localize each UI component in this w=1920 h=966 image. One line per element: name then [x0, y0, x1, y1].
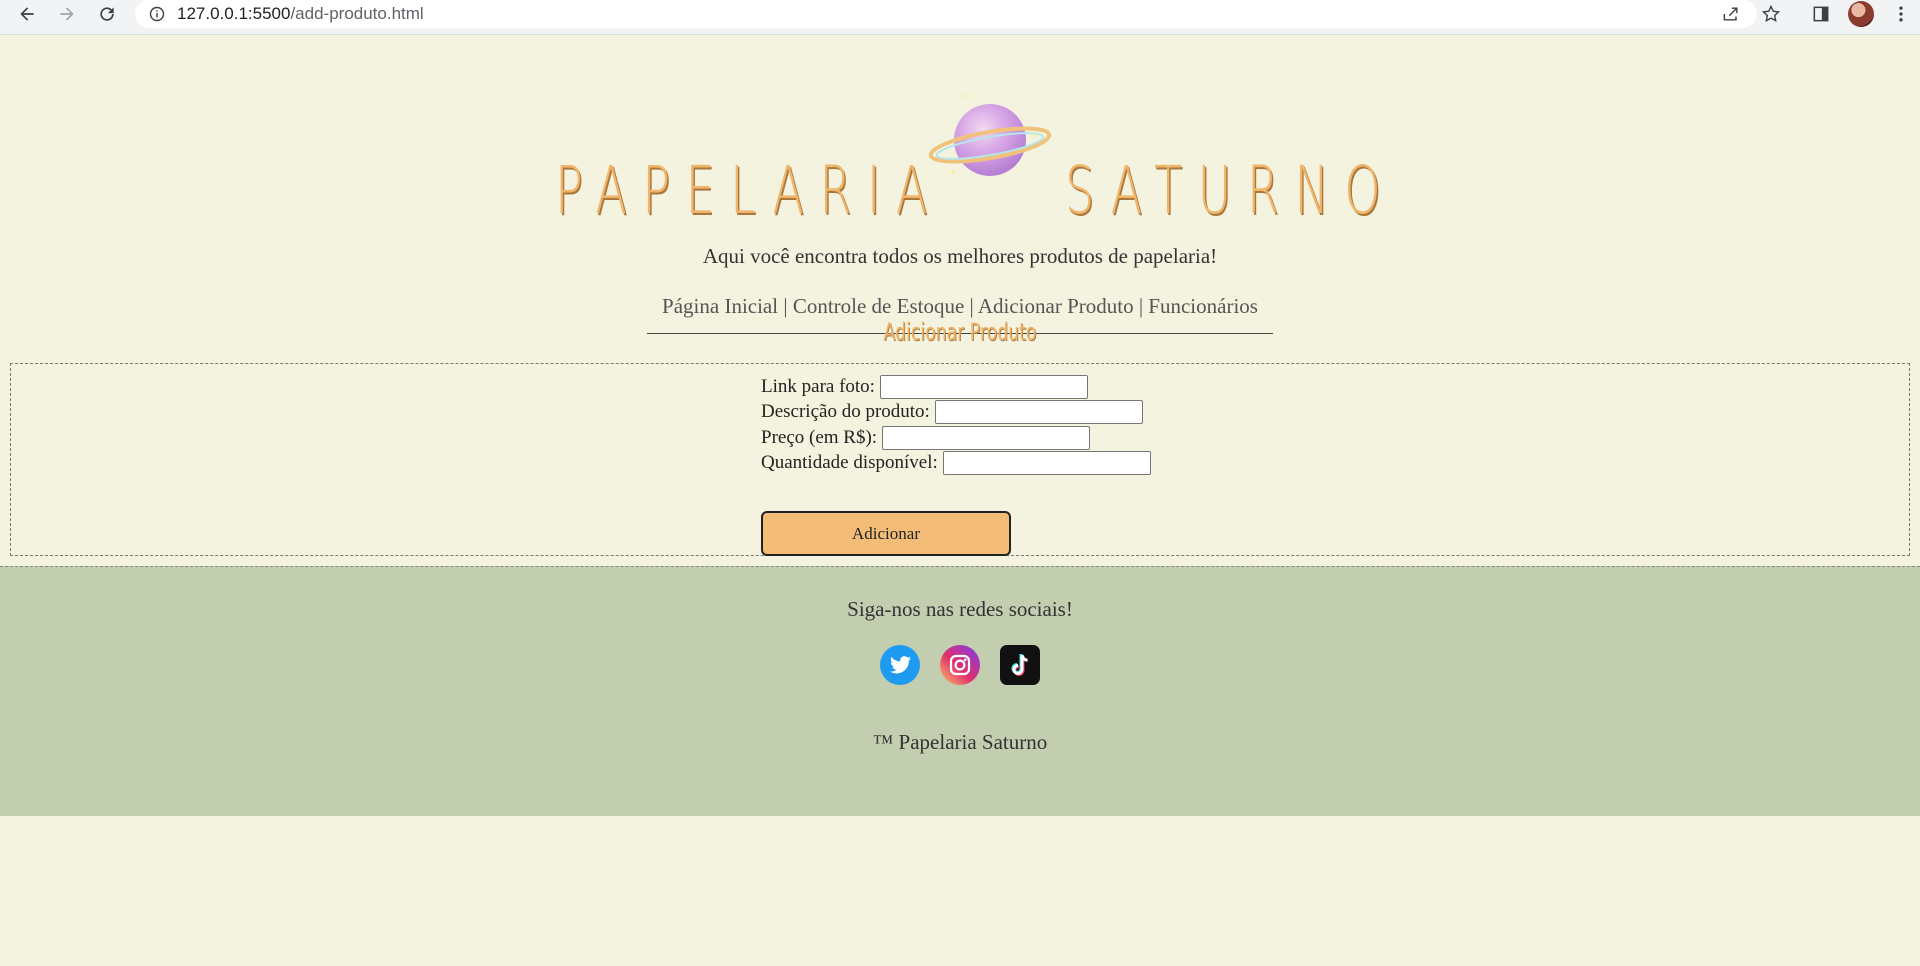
reload-icon[interactable]: [93, 0, 121, 28]
description-label: Descrição do produto:: [761, 401, 930, 423]
photo-link-input[interactable]: [879, 374, 1088, 399]
instagram-icon[interactable]: [940, 645, 980, 685]
avatar[interactable]: [1848, 1, 1874, 27]
sidebar-icon[interactable]: [1810, 3, 1832, 25]
nav-separator: |: [969, 294, 974, 318]
nav-link-controle-estoque[interactable]: Controle de Estoque: [793, 294, 964, 318]
nav-separator: |: [1138, 294, 1144, 318]
nav-separator: |: [783, 294, 788, 318]
address-bar[interactable]: 127.0.0.1:5500/add-produto.html: [135, 0, 1757, 28]
form-row-price: Preço (em R$):: [761, 425, 1151, 451]
quantity-label: Quantidade disponível:: [761, 452, 938, 474]
quantity-input[interactable]: [942, 451, 1151, 476]
menu-icon[interactable]: [1890, 3, 1912, 25]
page-title: Adicionar Produto: [883, 318, 1037, 346]
description-input[interactable]: [934, 400, 1143, 425]
tagline: Aqui você encontra todos os melhores pro…: [702, 244, 1218, 268]
twitter-icon[interactable]: [880, 645, 920, 685]
star-icon[interactable]: [1760, 3, 1782, 25]
site-footer: Siga-nos nas redes sociais! ™ Papelaria …: [0, 566, 1920, 816]
price-input[interactable]: [882, 425, 1091, 450]
logo-word-saturno: SATURNO: [1065, 152, 1397, 229]
add-button[interactable]: Adicionar: [761, 511, 1011, 556]
social-links: [0, 645, 1920, 685]
url-text: 127.0.0.1:5500/add-produto.html: [177, 4, 424, 23]
tiktok-icon[interactable]: [1000, 645, 1040, 685]
saturn-planet-icon: [928, 94, 1052, 176]
share-icon[interactable]: [1720, 3, 1742, 25]
price-label: Preço (em R$):: [761, 426, 878, 448]
forward-icon[interactable]: [53, 0, 81, 28]
nav-link-funcionarios[interactable]: Funcionários: [1148, 294, 1258, 318]
form-row-description: Descrição do produto:: [761, 400, 1151, 426]
info-icon[interactable]: [149, 6, 165, 22]
browser-toolbar: 127.0.0.1:5500/add-produto.html: [0, 0, 1920, 35]
nav-link-pagina-inicial[interactable]: Página Inicial: [662, 294, 778, 318]
photo-link-label: Link para foto:: [761, 375, 875, 397]
copyright: ™ Papelaria Saturno: [872, 730, 1048, 754]
site-header: PAPELARIA SATURNO Aqui você encontra tod…: [0, 35, 1920, 335]
add-product-form: Link para foto: Descrição do produto: Pr…: [10, 363, 1910, 556]
logo[interactable]: PAPELARIA SATURNO: [555, 90, 1381, 230]
nav-link-adicionar-produto[interactable]: Adicionar Produto: [978, 294, 1134, 318]
back-icon[interactable]: [13, 0, 41, 28]
follow-text: Siga-nos nas redes sociais!: [847, 597, 1073, 621]
logo-word-papelaria: PAPELARIA: [555, 152, 943, 229]
form-row-photo-link: Link para foto:: [761, 374, 1151, 400]
form-row-quantity: Quantidade disponível:: [761, 451, 1151, 477]
